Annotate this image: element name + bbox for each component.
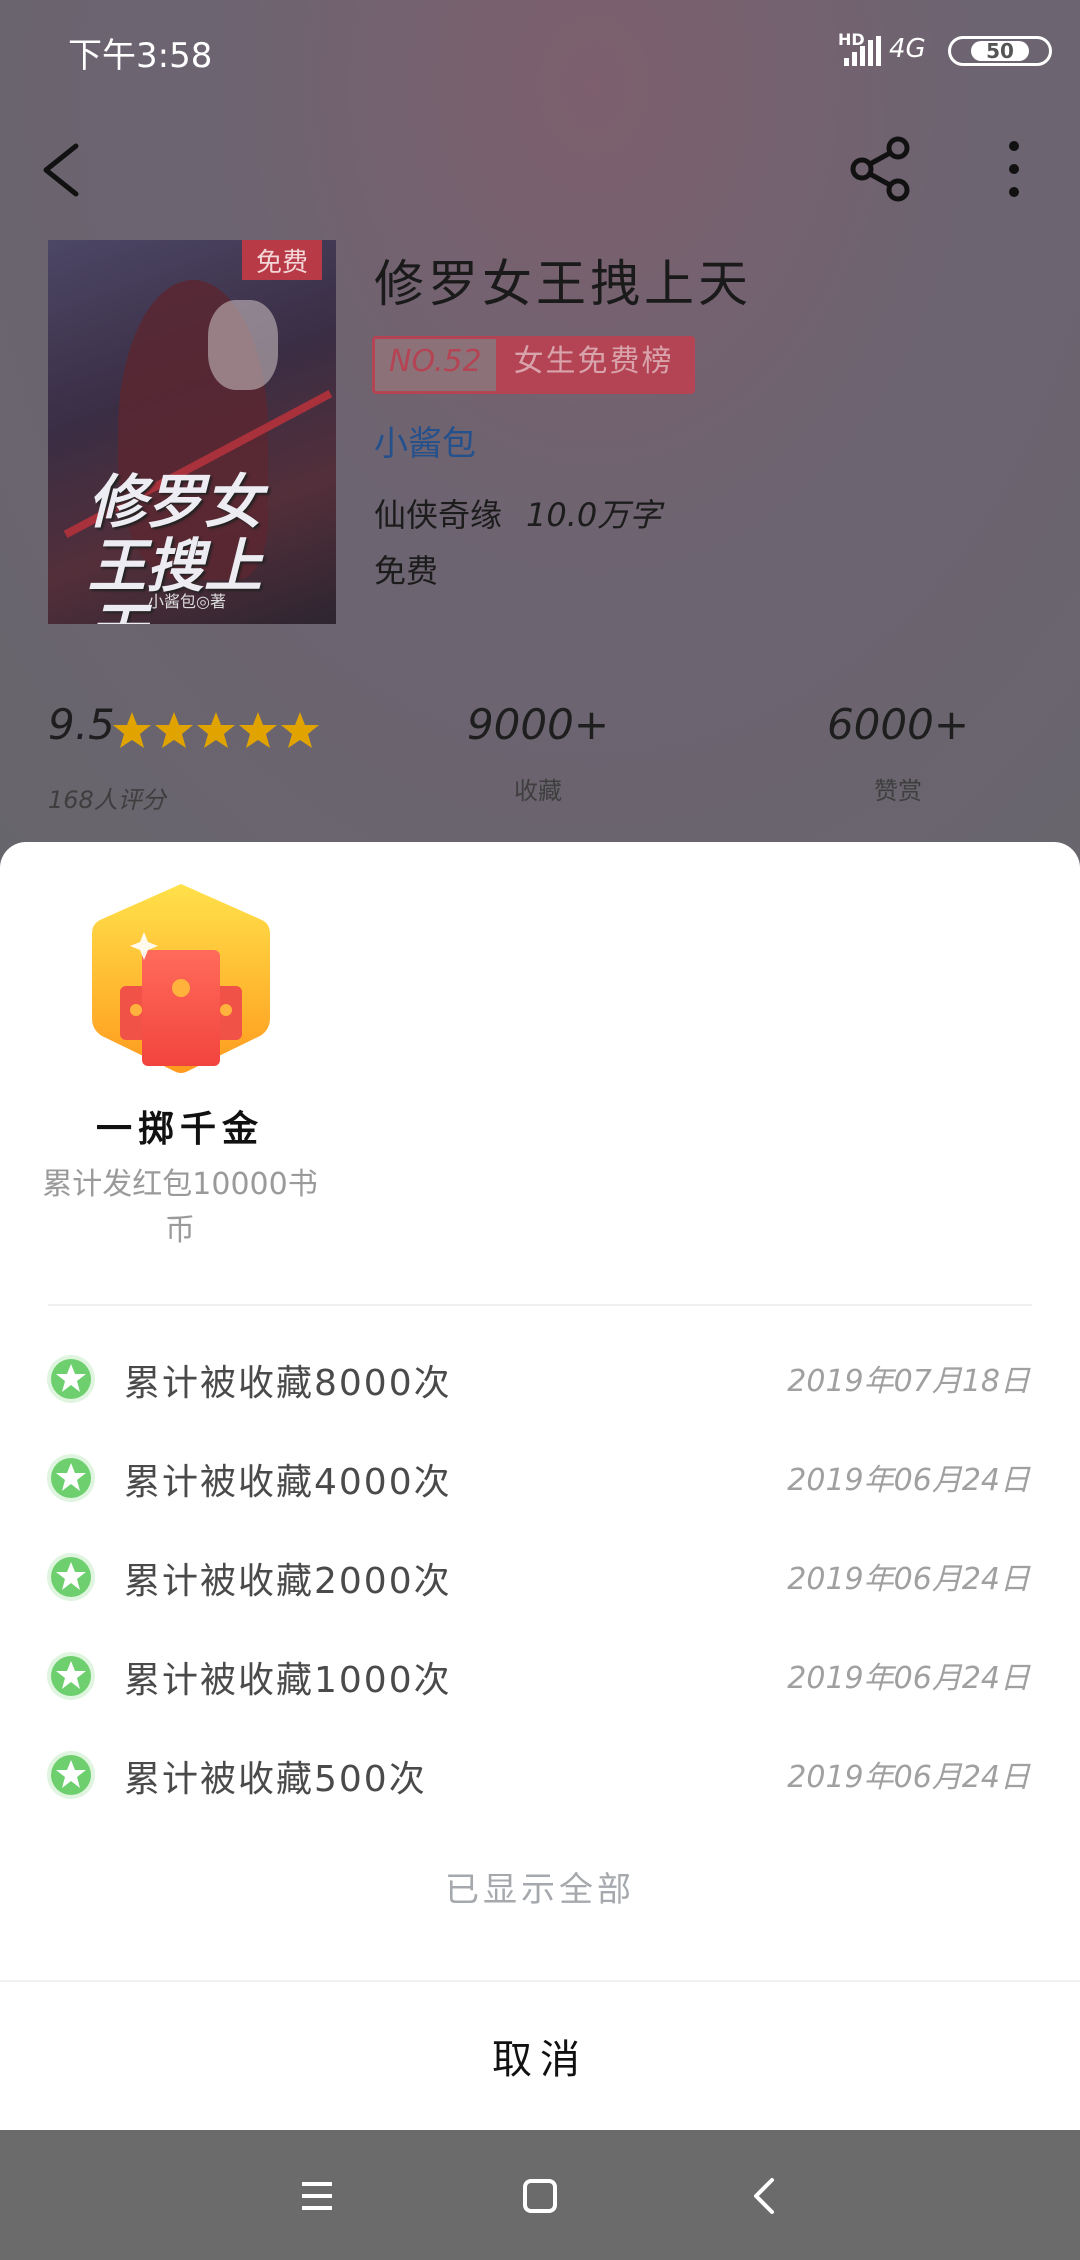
green-star-icon: [47, 1355, 95, 1403]
achievement-row[interactable]: 累计被收藏1000次 2019年06月24日: [0, 1639, 1080, 1738]
achievement-date: 2019年06月24日: [787, 1661, 1030, 1696]
achievement-label: 累计被收藏1000次: [124, 1660, 452, 1701]
book-price: 免费: [374, 552, 439, 590]
rating-count: 168人评分: [48, 786, 166, 814]
rating-stars: [112, 710, 320, 750]
badge-title: 一掷千金: [95, 1109, 264, 1150]
status-bar: 下午3:58 HD 4G 50: [0, 0, 1080, 100]
more-vertical-icon[interactable]: [994, 136, 1034, 202]
menu-icon[interactable]: [286, 2166, 346, 2226]
back-arrow-icon[interactable]: [38, 140, 88, 200]
system-nav-bar: [0, 2130, 1080, 2260]
rank-list-name: 女生免费榜: [495, 339, 692, 391]
achievement-label: 累计被收藏500次: [124, 1759, 427, 1800]
battery-level: 50: [971, 39, 1029, 63]
rating-score: 9.5: [48, 700, 115, 749]
rewards-label: 赞赏: [874, 777, 922, 805]
favorites-stat[interactable]: 9000+ 收藏: [438, 700, 638, 806]
achievement-label: 累计被收藏8000次: [124, 1363, 452, 1404]
book-cover[interactable]: 免费 修罗女王搜上天 小酱包◎著: [48, 240, 336, 624]
favorites-label: 收藏: [514, 777, 562, 805]
cover-author: 小酱包◎著: [148, 592, 226, 611]
achievement-list: 累计被收藏8000次 2019年07月18日累计被收藏4000次 2019年06月2…: [0, 1342, 1080, 1837]
book-title: 修罗女王拽上天: [374, 255, 752, 313]
badge-description: 累计发红包10000书币: [42, 1167, 318, 1248]
book-genre-line: 仙侠奇缘 10.0万字: [374, 490, 661, 536]
book-genre: 仙侠奇缘: [374, 496, 503, 534]
rating-star-icon: [281, 712, 319, 748]
green-star-icon: [47, 1751, 95, 1799]
green-star-icon: [47, 1652, 95, 1700]
network-type: 4G: [889, 34, 926, 64]
rank-badge[interactable]: NO.52 女生免费榜: [372, 336, 695, 394]
signal-icon: [844, 36, 881, 66]
stats-row: 9.5 168人评分 9000+ 收藏 6000+ 赞赏: [0, 700, 1080, 820]
red-envelope-badge-icon: [92, 884, 270, 1073]
achievement-row[interactable]: 累计被收藏2000次 2019年06月24日: [0, 1540, 1080, 1639]
shown-all-text: 已显示全部: [445, 1870, 635, 1910]
rewards-stat[interactable]: 6000+ 赞赏: [798, 700, 998, 806]
home-icon[interactable]: [510, 2166, 570, 2226]
book-detail-page: 下午3:58 HD 4G 50 免费 修罗女王搜上天 小酱包◎著: [0, 0, 1080, 860]
achievement-date: 2019年07月18日: [787, 1364, 1030, 1399]
achievement-date: 2019年06月24日: [787, 1562, 1030, 1597]
battery-icon: 50: [948, 36, 1052, 66]
rating-star-icon: [113, 712, 151, 748]
rating-star-icon: [197, 712, 235, 748]
status-time: 下午3:58: [68, 36, 213, 76]
free-badge: 免费: [242, 240, 322, 280]
divider: [48, 1304, 1032, 1306]
favorites-count: 9000+: [466, 700, 610, 749]
green-star-icon: [47, 1553, 95, 1601]
achievement-date: 2019年06月24日: [787, 1463, 1030, 1498]
achievement-label: 累计被收藏4000次: [124, 1462, 452, 1503]
rank-number: NO.52: [375, 339, 496, 391]
green-star-icon: [47, 1454, 95, 1502]
author-link[interactable]: 小酱包: [374, 416, 476, 465]
achievement-sheet: 一掷千金 累计发红包10000书币 累计被收藏8000次 2019年07月18日累…: [0, 842, 1080, 2130]
word-count: 10.0万字: [526, 496, 662, 534]
back-nav-icon[interactable]: [736, 2166, 796, 2226]
achievement-date: 2019年06月24日: [787, 1760, 1030, 1795]
cancel-button[interactable]: 取消: [0, 1982, 1080, 2130]
share-icon[interactable]: [848, 136, 914, 202]
achievement-row[interactable]: 累计被收藏8000次 2019年07月18日: [0, 1342, 1080, 1441]
rating-star-icon: [239, 712, 277, 748]
achievement-label: 累计被收藏2000次: [124, 1561, 452, 1602]
rating-star-icon: [155, 712, 193, 748]
achievement-row[interactable]: 累计被收藏4000次 2019年06月24日: [0, 1441, 1080, 1540]
achievement-row[interactable]: 累计被收藏500次 2019年06月24日: [0, 1738, 1080, 1837]
rewards-count: 6000+: [826, 700, 970, 749]
